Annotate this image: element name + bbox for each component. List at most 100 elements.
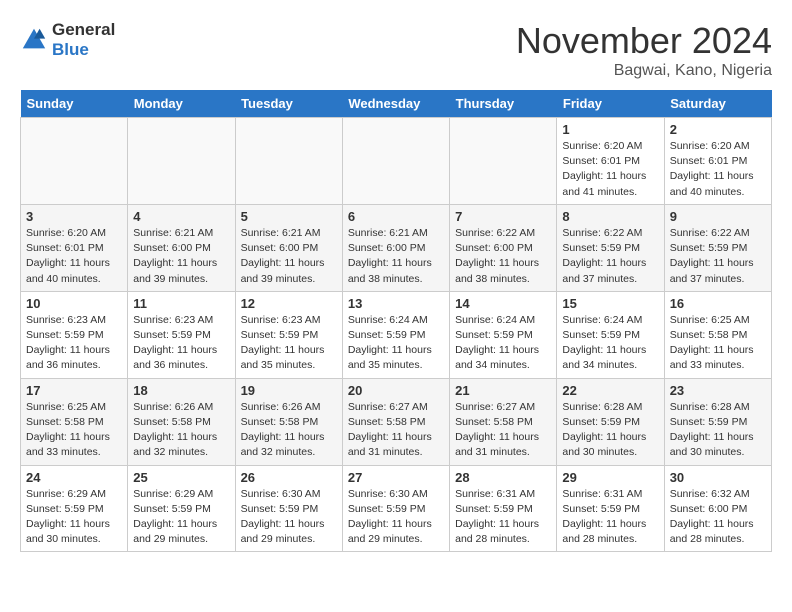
day-info: Sunrise: 6:31 AM Sunset: 5:59 PM Dayligh… xyxy=(562,487,658,548)
calendar-table: SundayMondayTuesdayWednesdayThursdayFrid… xyxy=(20,90,772,552)
day-number: 5 xyxy=(241,209,337,224)
calendar-day: 10 Sunrise: 6:23 AM Sunset: 5:59 PM Dayli… xyxy=(21,291,128,378)
day-info: Sunrise: 6:20 AM Sunset: 6:01 PM Dayligh… xyxy=(670,139,766,200)
calendar-day xyxy=(21,118,128,205)
calendar-day: 16Sunrise: 6:25 AM Sunset: 5:58 PM Dayli… xyxy=(664,291,771,378)
day-number: 13 xyxy=(348,296,444,311)
calendar-day xyxy=(235,118,342,205)
calendar-day: 19 Sunrise: 6:26 AM Sunset: 5:58 PM Dayli… xyxy=(235,378,342,465)
day-number: 19 xyxy=(241,383,337,398)
day-number: 15 xyxy=(562,296,658,311)
logo: General Blue xyxy=(20,20,115,60)
calendar-day: 6Sunrise: 6:21 AM Sunset: 6:00 PM Daylig… xyxy=(342,204,449,291)
day-info: Sunrise: 6:30 AM Sunset: 5:59 PM Dayligh… xyxy=(348,487,444,548)
day-number: 3 xyxy=(26,209,122,224)
day-info: Sunrise: 6:22 AM Sunset: 5:59 PM Dayligh… xyxy=(562,226,658,287)
day-info: Sunrise: 6:24 AM Sunset: 5:59 PM Dayligh… xyxy=(455,313,551,374)
calendar-day: 25 Sunrise: 6:29 AM Sunset: 5:59 PM Dayli… xyxy=(128,465,235,552)
header-sunday: Sunday xyxy=(21,90,128,118)
day-number: 11 xyxy=(133,296,229,311)
day-number: 1 xyxy=(562,122,658,137)
day-info: Sunrise: 6:21 AM Sunset: 6:00 PM Dayligh… xyxy=(133,226,229,287)
title-block: November 2024 Bagwai, Kano, Nigeria xyxy=(516,20,772,80)
header-saturday: Saturday xyxy=(664,90,771,118)
calendar-week-2: 3Sunrise: 6:20 AM Sunset: 6:01 PM Daylig… xyxy=(21,204,772,291)
day-number: 2 xyxy=(670,122,766,137)
calendar-day: 18 Sunrise: 6:26 AM Sunset: 5:58 PM Dayli… xyxy=(128,378,235,465)
calendar-day: 1Sunrise: 6:20 AM Sunset: 6:01 PM Daylig… xyxy=(557,118,664,205)
calendar-day: 15Sunrise: 6:24 AM Sunset: 5:59 PM Dayli… xyxy=(557,291,664,378)
day-info: Sunrise: 6:22 AM Sunset: 6:00 PM Dayligh… xyxy=(455,226,551,287)
location: Bagwai, Kano, Nigeria xyxy=(516,62,772,80)
day-number: 25 xyxy=(133,470,229,485)
day-number: 28 xyxy=(455,470,551,485)
calendar-day xyxy=(342,118,449,205)
calendar-week-5: 24Sunrise: 6:29 AM Sunset: 5:59 PM Dayli… xyxy=(21,465,772,552)
logo-icon xyxy=(20,26,48,54)
day-info: Sunrise: 6:27 AM Sunset: 5:58 PM Dayligh… xyxy=(455,400,551,461)
calendar-day: 7Sunrise: 6:22 AM Sunset: 6:00 PM Daylig… xyxy=(450,204,557,291)
day-number: 22 xyxy=(562,383,658,398)
calendar-day: 9 Sunrise: 6:22 AM Sunset: 5:59 PM Daylig… xyxy=(664,204,771,291)
logo-blue: Blue xyxy=(52,40,89,59)
day-info: Sunrise: 6:26 AM Sunset: 5:58 PM Dayligh… xyxy=(241,400,337,461)
calendar-day: 26 Sunrise: 6:30 AM Sunset: 5:59 PM Dayli… xyxy=(235,465,342,552)
calendar-day: 17 Sunrise: 6:25 AM Sunset: 5:58 PM Dayli… xyxy=(21,378,128,465)
day-number: 6 xyxy=(348,209,444,224)
calendar-day: 24Sunrise: 6:29 AM Sunset: 5:59 PM Dayli… xyxy=(21,465,128,552)
calendar-day: 27Sunrise: 6:30 AM Sunset: 5:59 PM Dayli… xyxy=(342,465,449,552)
day-info: Sunrise: 6:23 AM Sunset: 5:59 PM Dayligh… xyxy=(241,313,337,374)
calendar-day: 21 Sunrise: 6:27 AM Sunset: 5:58 PM Dayli… xyxy=(450,378,557,465)
day-info: Sunrise: 6:21 AM Sunset: 6:00 PM Dayligh… xyxy=(241,226,337,287)
day-number: 10 xyxy=(26,296,122,311)
day-info: Sunrise: 6:24 AM Sunset: 5:59 PM Dayligh… xyxy=(348,313,444,374)
day-number: 17 xyxy=(26,383,122,398)
day-number: 23 xyxy=(670,383,766,398)
calendar-day: 13 Sunrise: 6:24 AM Sunset: 5:59 PM Dayli… xyxy=(342,291,449,378)
calendar-day: 11 Sunrise: 6:23 AM Sunset: 5:59 PM Dayli… xyxy=(128,291,235,378)
calendar-day: 20 Sunrise: 6:27 AM Sunset: 5:58 PM Dayli… xyxy=(342,378,449,465)
day-number: 21 xyxy=(455,383,551,398)
calendar-day: 3Sunrise: 6:20 AM Sunset: 6:01 PM Daylig… xyxy=(21,204,128,291)
day-info: Sunrise: 6:30 AM Sunset: 5:59 PM Dayligh… xyxy=(241,487,337,548)
header-wednesday: Wednesday xyxy=(342,90,449,118)
calendar-day: 14Sunrise: 6:24 AM Sunset: 5:59 PM Dayli… xyxy=(450,291,557,378)
calendar-day: 2 Sunrise: 6:20 AM Sunset: 6:01 PM Daylig… xyxy=(664,118,771,205)
header-monday: Monday xyxy=(128,90,235,118)
day-info: Sunrise: 6:27 AM Sunset: 5:58 PM Dayligh… xyxy=(348,400,444,461)
calendar-day: 12 Sunrise: 6:23 AM Sunset: 5:59 PM Dayli… xyxy=(235,291,342,378)
calendar-week-3: 10 Sunrise: 6:23 AM Sunset: 5:59 PM Dayli… xyxy=(21,291,772,378)
calendar-day: 5 Sunrise: 6:21 AM Sunset: 6:00 PM Daylig… xyxy=(235,204,342,291)
day-info: Sunrise: 6:29 AM Sunset: 5:59 PM Dayligh… xyxy=(26,487,122,548)
day-number: 12 xyxy=(241,296,337,311)
day-info: Sunrise: 6:32 AM Sunset: 6:00 PM Dayligh… xyxy=(670,487,766,548)
day-number: 8 xyxy=(562,209,658,224)
day-info: Sunrise: 6:29 AM Sunset: 5:59 PM Dayligh… xyxy=(133,487,229,548)
logo-general: General xyxy=(52,20,115,39)
calendar-week-4: 17 Sunrise: 6:25 AM Sunset: 5:58 PM Dayli… xyxy=(21,378,772,465)
month-title: November 2024 xyxy=(516,20,772,62)
day-info: Sunrise: 6:22 AM Sunset: 5:59 PM Dayligh… xyxy=(670,226,766,287)
day-number: 29 xyxy=(562,470,658,485)
calendar-day: 29 Sunrise: 6:31 AM Sunset: 5:59 PM Dayli… xyxy=(557,465,664,552)
calendar-day: 8 Sunrise: 6:22 AM Sunset: 5:59 PM Daylig… xyxy=(557,204,664,291)
calendar-day xyxy=(128,118,235,205)
calendar-day: 23 Sunrise: 6:28 AM Sunset: 5:59 PM Dayli… xyxy=(664,378,771,465)
day-info: Sunrise: 6:23 AM Sunset: 5:59 PM Dayligh… xyxy=(133,313,229,374)
day-info: Sunrise: 6:23 AM Sunset: 5:59 PM Dayligh… xyxy=(26,313,122,374)
day-number: 30 xyxy=(670,470,766,485)
calendar-day: 28Sunrise: 6:31 AM Sunset: 5:59 PM Dayli… xyxy=(450,465,557,552)
day-info: Sunrise: 6:28 AM Sunset: 5:59 PM Dayligh… xyxy=(562,400,658,461)
day-info: Sunrise: 6:25 AM Sunset: 5:58 PM Dayligh… xyxy=(26,400,122,461)
calendar-day: 4Sunrise: 6:21 AM Sunset: 6:00 PM Daylig… xyxy=(128,204,235,291)
page-header: General Blue November 2024 Bagwai, Kano,… xyxy=(20,20,772,80)
day-number: 18 xyxy=(133,383,229,398)
header-friday: Friday xyxy=(557,90,664,118)
calendar-day xyxy=(450,118,557,205)
day-number: 9 xyxy=(670,209,766,224)
day-info: Sunrise: 6:28 AM Sunset: 5:59 PM Dayligh… xyxy=(670,400,766,461)
day-number: 20 xyxy=(348,383,444,398)
day-number: 26 xyxy=(241,470,337,485)
calendar-header-row: SundayMondayTuesdayWednesdayThursdayFrid… xyxy=(21,90,772,118)
day-info: Sunrise: 6:26 AM Sunset: 5:58 PM Dayligh… xyxy=(133,400,229,461)
